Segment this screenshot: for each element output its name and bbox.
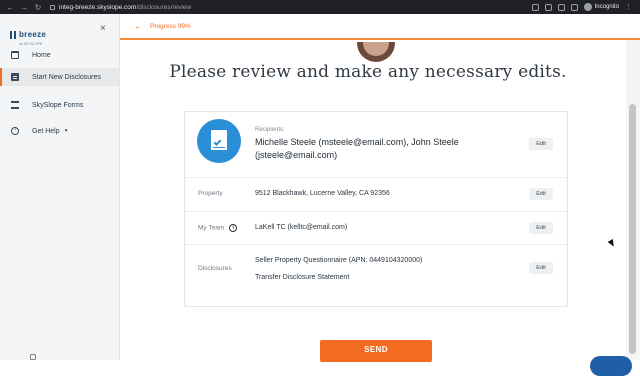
avatar bbox=[357, 42, 395, 62]
lock-icon bbox=[50, 4, 55, 10]
disclosures-row: Disclosures Seller Property Questionnair… bbox=[185, 245, 567, 307]
team-row: My Team i LaKell TC (kelltc@email.com) Ed… bbox=[185, 212, 567, 245]
team-label: My Team bbox=[198, 224, 225, 232]
main-content: ← Progress 99% Please review and make an… bbox=[120, 14, 640, 376]
team-label-wrap: My Team i bbox=[198, 224, 238, 232]
menu-dots-icon[interactable]: ⋮ bbox=[625, 3, 632, 11]
disclosure-item: Transfer Disclosure Statement bbox=[255, 274, 350, 281]
forms-icon bbox=[11, 101, 19, 109]
reload-icon[interactable]: ↻ bbox=[34, 3, 42, 12]
browser-nav: ← → ↻ bbox=[0, 3, 42, 12]
help-icon: ? bbox=[11, 127, 19, 135]
url-path: /disclosures/review bbox=[136, 3, 192, 11]
property-value: 9512 Blackhawk, Lucerne Valley, CA 92356 bbox=[255, 190, 390, 197]
document-icon bbox=[11, 73, 19, 81]
review-card: Recipients: Michelle Steele (msteele@ema… bbox=[184, 111, 568, 307]
team-value: LaKell TC (kelltc@email.com) bbox=[255, 224, 348, 231]
sidebar-item-get-help[interactable]: ? Get Help ▼ bbox=[0, 122, 119, 140]
progress-text: Progress 99% bbox=[150, 22, 191, 30]
sidebar-item-home[interactable]: Home bbox=[0, 46, 119, 64]
address-bar[interactable]: integ-breeze.skyslope.com/disclosures/re… bbox=[50, 2, 191, 12]
edit-disclosures-button[interactable]: Edit bbox=[529, 262, 553, 274]
extensions-icon[interactable] bbox=[570, 3, 578, 11]
profile-label: Incognito bbox=[594, 4, 619, 10]
logo-wordmark: breeze bbox=[19, 30, 47, 39]
star-icon[interactable] bbox=[557, 3, 565, 11]
edit-recipients-button[interactable]: Edit bbox=[529, 138, 553, 150]
recipients-avatar bbox=[197, 119, 241, 163]
sidebar-item-label: Start New Disclosures bbox=[32, 73, 101, 81]
sidebar-item-label: Home bbox=[32, 51, 51, 59]
profile-button[interactable]: Incognito bbox=[583, 3, 619, 11]
mouse-cursor-icon bbox=[607, 238, 617, 249]
edit-team-button[interactable]: Edit bbox=[529, 222, 553, 234]
edit-property-button[interactable]: Edit bbox=[529, 188, 553, 200]
sidebar: breeze by SKYSLOPE × Home Start New Disc… bbox=[0, 14, 120, 360]
collapse-icon[interactable] bbox=[30, 354, 36, 360]
forward-arrow-icon[interactable]: → bbox=[20, 3, 28, 12]
info-icon[interactable]: i bbox=[229, 224, 238, 232]
sidebar-item-label: Get Help bbox=[32, 127, 60, 135]
incognito-icon bbox=[583, 3, 592, 11]
progress-header: ← Progress 99% bbox=[120, 14, 640, 40]
browser-toolbar: ← → ↻ integ-breeze.skyslope.com/disclosu… bbox=[0, 0, 640, 14]
page-title: Please review and make any necessary edi… bbox=[169, 62, 567, 82]
recipients-label: Recipients: bbox=[255, 127, 285, 133]
home-icon bbox=[11, 51, 19, 59]
property-row: Property 9512 Blackhawk, Lucerne Valley,… bbox=[185, 178, 567, 212]
back-arrow-icon[interactable]: ← bbox=[134, 22, 142, 31]
disclosures-label: Disclosures bbox=[198, 265, 232, 272]
breeze-logo-icon bbox=[10, 31, 16, 39]
key-icon[interactable] bbox=[531, 3, 539, 11]
back-arrow-icon[interactable]: ← bbox=[6, 3, 14, 12]
sidebar-item-skyslope-forms[interactable]: SkySlope Forms bbox=[0, 96, 119, 114]
recipients-value: Michelle Steele (msteele@email.com), Joh… bbox=[255, 137, 459, 160]
recipients-row: Recipients: Michelle Steele (msteele@ema… bbox=[185, 112, 567, 178]
document-check-icon bbox=[211, 130, 227, 150]
eye-off-icon[interactable] bbox=[544, 3, 552, 11]
send-button[interactable]: SEND bbox=[320, 340, 432, 362]
sidebar-item-start-new-disclosures[interactable]: Start New Disclosures bbox=[0, 68, 119, 86]
property-label: Property bbox=[198, 190, 223, 197]
chevron-down-icon: ▼ bbox=[63, 128, 69, 134]
breeze-logo[interactable]: breeze by SKYSLOPE bbox=[10, 24, 46, 46]
chat-widget-button[interactable] bbox=[590, 356, 632, 376]
url-host: integ-breeze.skyslope.com bbox=[59, 3, 137, 11]
close-sidebar-icon[interactable]: × bbox=[100, 24, 106, 34]
sidebar-item-label: SkySlope Forms bbox=[32, 101, 84, 109]
disclosure-item: Seller Property Questionnaire (APN: 0449… bbox=[255, 257, 423, 264]
scrollbar-thumb[interactable] bbox=[629, 104, 636, 354]
